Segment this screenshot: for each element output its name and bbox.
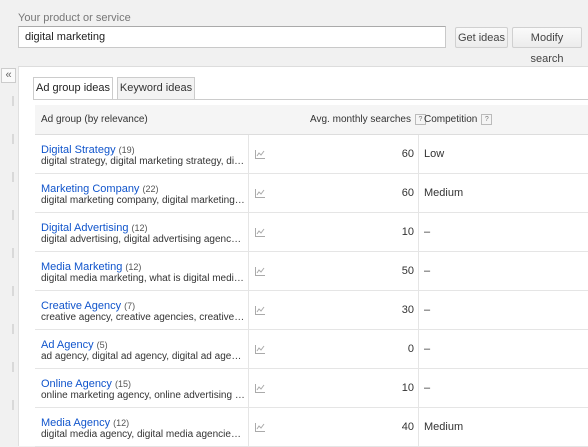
- header-competition-label[interactable]: Competition: [424, 114, 477, 125]
- table-row: Online Agency (15) online marketing agenc…: [35, 369, 588, 408]
- trend-chart-icon[interactable]: [255, 306, 265, 315]
- ad-group-link[interactable]: Media Marketing (12): [41, 261, 141, 273]
- keyword-count: (12): [131, 223, 148, 233]
- keyword-list: creative agency, creative agencies, crea…: [41, 312, 245, 323]
- ad-group-link[interactable]: Media Agency (12): [41, 417, 129, 429]
- search-input[interactable]: digital marketing: [18, 26, 446, 48]
- avg-monthly-searches: 0: [407, 343, 414, 355]
- keyword-count: (12): [113, 418, 130, 428]
- keyword-count: (19): [118, 145, 135, 155]
- avg-monthly-searches: 10: [401, 382, 414, 394]
- sidebar-collapsed: [0, 66, 18, 445]
- header-competition[interactable]: Competition?: [424, 114, 493, 125]
- table-row: Creative Agency (7) creative agency, crea…: [35, 291, 588, 330]
- trend-chart-icon[interactable]: [255, 228, 265, 237]
- trend-chart-icon[interactable]: [255, 423, 265, 432]
- keyword-list: digital media marketing, what is digital…: [41, 273, 245, 284]
- table-row: Digital Advertising (12) digital advertis…: [35, 213, 588, 252]
- keyword-list: digital media agency, digital media agen…: [41, 429, 245, 440]
- product-label: Your product or service: [18, 12, 131, 24]
- table-row: Media Marketing (12) digital media market…: [35, 252, 588, 291]
- table-row: Marketing Company (22) digital marketing …: [35, 174, 588, 213]
- ad-group-link[interactable]: Creative Agency (7): [41, 300, 135, 312]
- header-avg-monthly-searches[interactable]: Avg. monthly searches?: [310, 114, 426, 125]
- keyword-list: online marketing agency, online advertis…: [41, 390, 245, 401]
- avg-monthly-searches: 10: [401, 226, 414, 238]
- avg-monthly-searches: 60: [401, 148, 414, 160]
- tab-ad-group-ideas[interactable]: Ad group ideas: [33, 77, 113, 100]
- trend-chart-icon[interactable]: [255, 267, 265, 276]
- header-ad-group[interactable]: Ad group (by relevance): [41, 114, 148, 125]
- keyword-list: digital strategy, digital marketing stra…: [41, 156, 245, 167]
- keyword-count: (12): [125, 262, 142, 272]
- table-row: Ad Agency (5) ad agency, digital ad agenc…: [35, 330, 588, 369]
- keyword-list: ad agency, digital ad agency, digital ad…: [41, 351, 245, 362]
- keyword-list: digital marketing company, digital marke…: [41, 195, 245, 206]
- keyword-count: (22): [142, 184, 159, 194]
- avg-monthly-searches: 30: [401, 304, 414, 316]
- table-header: Ad group (by relevance) Avg. monthly sea…: [35, 105, 588, 135]
- ad-group-name[interactable]: Digital Strategy: [41, 144, 116, 156]
- avg-monthly-searches: 60: [401, 187, 414, 199]
- trend-chart-icon[interactable]: [255, 150, 265, 159]
- competition-value: Low: [424, 148, 445, 160]
- ad-group-name[interactable]: Media Marketing: [41, 261, 122, 273]
- competition-value: Medium: [424, 187, 464, 199]
- trend-chart-icon[interactable]: [255, 345, 265, 354]
- competition-value: –: [424, 382, 431, 394]
- ad-group-link[interactable]: Digital Strategy (19): [41, 144, 135, 156]
- ad-group-table: Ad group (by relevance) Avg. monthly sea…: [35, 105, 588, 447]
- collapse-sidebar-icon[interactable]: «: [1, 68, 16, 83]
- ad-group-link[interactable]: Online Agency (15): [41, 378, 131, 390]
- ad-group-name[interactable]: Ad Agency: [41, 339, 94, 351]
- avg-monthly-searches: 50: [401, 265, 414, 277]
- table-row: Digital Strategy (19) digital strategy, d…: [35, 135, 588, 174]
- help-icon[interactable]: ?: [481, 114, 493, 125]
- ad-group-name[interactable]: Creative Agency: [41, 300, 121, 312]
- tab-keyword-ideas[interactable]: Keyword ideas: [117, 77, 195, 99]
- competition-value: Medium: [424, 421, 464, 433]
- ad-group-link[interactable]: Marketing Company (22): [41, 183, 159, 195]
- header-avg-label[interactable]: Avg. monthly searches: [310, 114, 411, 125]
- competition-value: –: [424, 304, 431, 316]
- results-panel: Ad group ideas Keyword ideas Ad group (b…: [18, 66, 588, 447]
- trend-chart-icon[interactable]: [255, 384, 265, 393]
- competition-value: –: [424, 343, 431, 355]
- ad-group-link[interactable]: Ad Agency (5): [41, 339, 108, 351]
- ad-group-name[interactable]: Digital Advertising: [41, 222, 128, 234]
- keyword-count: (15): [115, 379, 132, 389]
- avg-monthly-searches: 40: [401, 421, 414, 433]
- table-row: Media Agency (12) digital media agency, d…: [35, 408, 588, 447]
- tab-divider: [33, 99, 588, 100]
- table-body: Digital Strategy (19) digital strategy, d…: [35, 135, 588, 447]
- ad-group-name[interactable]: Media Agency: [41, 417, 110, 429]
- competition-value: –: [424, 265, 431, 277]
- keyword-count: (7): [124, 301, 136, 311]
- trend-chart-icon[interactable]: [255, 189, 265, 198]
- ad-group-link[interactable]: Digital Advertising (12): [41, 222, 148, 234]
- modify-search-button[interactable]: Modify search: [512, 27, 582, 65]
- competition-value: –: [424, 226, 431, 238]
- keyword-count: (5): [96, 340, 108, 350]
- get-ideas-button[interactable]: Get ideas: [455, 27, 508, 48]
- ad-group-name[interactable]: Online Agency: [41, 378, 112, 390]
- keyword-list: digital advertising, digital advertising…: [41, 234, 245, 245]
- ad-group-name[interactable]: Marketing Company: [41, 183, 139, 195]
- sidebar-markers: [12, 96, 14, 436]
